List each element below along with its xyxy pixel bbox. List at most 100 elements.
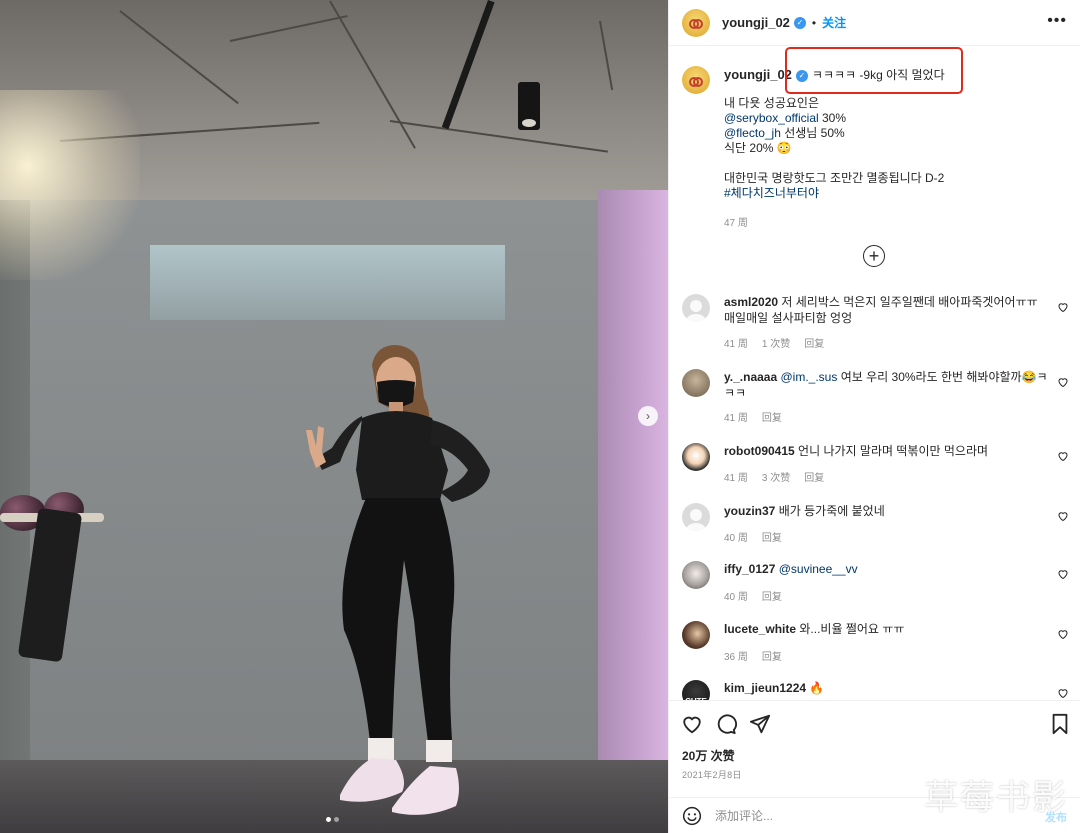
comment-username[interactable]: robot090415 [724, 444, 795, 458]
more-options-icon[interactable]: ••• [1047, 12, 1067, 30]
comment: CUTE kim_jieun1224 🔥 [669, 680, 1080, 700]
comment-time: 41 周 [724, 339, 748, 350]
add-comment-bar: 发布 [669, 797, 1080, 833]
commenter-avatar[interactable] [682, 294, 710, 322]
verified-badge-icon: ✓ [793, 16, 806, 29]
comment-heart-icon[interactable] [1057, 568, 1069, 580]
comment-time: 41 周 [724, 473, 748, 484]
reply-button[interactable]: 回复 [762, 529, 782, 544]
author-avatar[interactable] [682, 8, 710, 37]
header-separator: • [811, 15, 817, 30]
comment-body: youzin37 배가 등가죽에 붙었네 [724, 503, 1049, 519]
comment: y._.naaaa @im._.sus 여보 우리 30%라도 한번 해봐야할까… [669, 369, 1080, 429]
commenter-avatar[interactable] [682, 503, 710, 531]
reply-button[interactable]: 回复 [762, 648, 782, 663]
smiley-icon[interactable] [682, 806, 702, 826]
comment-input[interactable] [715, 806, 1015, 826]
commenter-avatar[interactable]: CUTE [682, 680, 710, 700]
comment-meta: 41 周 1 次赞 回复 [724, 335, 824, 350]
comment-heart-icon[interactable] [1057, 301, 1069, 313]
commenter-avatar[interactable] [682, 443, 710, 471]
comment-meta: 40 周 回复 [724, 588, 782, 603]
commenter-avatar[interactable] [682, 621, 710, 649]
carousel-dots [326, 817, 339, 822]
caption-time: 47 周 [724, 218, 748, 229]
caption-username[interactable]: youngji_02 [724, 67, 792, 82]
verified-badge-icon: ✓ [795, 69, 808, 82]
action-bar: 20万 次赞 2021年2月8日 发布 [669, 700, 1080, 833]
post-side-panel: youngji_02 ✓ • 关注 ••• youngji_02 ✓ ㅋㅋㅋㅋ -9… [668, 0, 1080, 833]
caption-hashtag[interactable]: #체다치즈너부터야 [724, 186, 944, 201]
mention-link[interactable]: @flecto_jh [724, 126, 781, 140]
comment-username[interactable]: youzin37 [724, 504, 775, 518]
comment-body: asml2020 저 세리박스 먹은지 일주일짼데 배아파죽겟어어ㅠㅠ 매일매일… [724, 294, 1049, 326]
comment-body: kim_jieun1224 🔥 [724, 680, 1049, 696]
comment: iffy_0127 @suvinee__vv 40 周 回复 [669, 561, 1080, 621]
comment: youzin37 배가 등가죽에 붙었네 40 周 回复 [669, 503, 1080, 563]
comment-meta: 36 周 回复 [724, 648, 782, 663]
caption-line: @flecto_jh 선생님 50% [724, 126, 845, 140]
comment-time: 40 周 [724, 592, 748, 603]
mention-link[interactable]: @im._.sus [781, 370, 838, 384]
comment-time: 36 周 [724, 652, 748, 663]
mention-link[interactable]: @suvinee__vv [779, 562, 858, 576]
comment-username[interactable]: asml2020 [724, 295, 778, 309]
comment-body: robot090415 언니 나가지 말라며 떡볶이만 먹으라며 [724, 443, 1049, 459]
caption-line: 내 다욧 성공요인은 [724, 96, 819, 110]
next-photo-button[interactable]: › [638, 406, 658, 426]
comment-heart-icon[interactable] [1057, 376, 1069, 388]
comment-heart-icon[interactable] [1057, 450, 1069, 462]
comment: lucete_white 와...비율 쩔어요 ㅠㅠ 36 周 回复 [669, 621, 1080, 681]
comment-username[interactable]: kim_jieun1224 [724, 681, 806, 695]
comment-heart-icon[interactable] [1057, 628, 1069, 640]
comment-heart-icon[interactable] [1057, 687, 1069, 699]
reply-button[interactable]: 回复 [762, 588, 782, 603]
comment-text: 와...비율 쩔어요 ㅠㅠ [799, 622, 905, 636]
caption-header: youngji_02 ✓ ㅋㅋㅋㅋ -9kg 아직 멀었다 [724, 66, 945, 83]
post-date: 2021年2月8日 [682, 770, 742, 780]
comment-username[interactable]: iffy_0127 [724, 562, 775, 576]
follow-button[interactable]: 关注 [822, 14, 846, 31]
reply-button[interactable]: 回复 [804, 469, 824, 484]
post-header: youngji_02 ✓ • 关注 ••• [669, 0, 1080, 46]
comment-username[interactable]: lucete_white [724, 622, 796, 636]
comment-text: 배가 등가죽에 붙었네 [778, 504, 885, 518]
comment: robot090415 언니 나가지 말라며 떡볶이만 먹으라며 41 周 3 次… [669, 443, 1080, 503]
comment-meta: 41 周 3 次赞 回复 [724, 469, 824, 484]
likes-count[interactable]: 20万 次赞 [682, 747, 735, 764]
comment-likes[interactable]: 1 次赞 [762, 335, 790, 350]
reply-button[interactable]: 回复 [804, 335, 824, 350]
heart-icon[interactable] [681, 713, 703, 735]
caption-line: @serybox_official 30% [724, 111, 847, 125]
comment-heart-icon[interactable] [1057, 510, 1069, 522]
comment-body: y._.naaaa @im._.sus 여보 우리 30%라도 한번 해봐야할까… [724, 369, 1049, 401]
caption-body: 내 다욧 성공요인은 @serybox_official 30% @flecto… [724, 96, 944, 201]
comment-body: lucete_white 와...비율 쩔어요 ㅠㅠ [724, 621, 1049, 637]
comment: asml2020 저 세리박스 먹은지 일주일짼데 배아파죽겟어어ㅠㅠ 매일매일… [669, 294, 1080, 354]
comment-time: 41 周 [724, 413, 748, 424]
caption-first-line: ㅋㅋㅋㅋ -9kg 아직 멀었다 [811, 68, 945, 82]
comment-icon[interactable] [715, 713, 737, 735]
caption-line: 대한민국 명랑핫도그 조만간 멸종됩니다 D-2 [724, 171, 945, 185]
comment-meta: 41 周 回复 [724, 409, 782, 424]
instagram-post-view: › youngji_02 ✓ • 关注 ••• youngji_02 ✓ ㅋㅋㅋㅋ … [0, 0, 1080, 833]
commenter-avatar[interactable] [682, 561, 710, 589]
comment-likes[interactable]: 3 次赞 [762, 469, 790, 484]
mention-link[interactable]: @serybox_official [724, 111, 819, 125]
comment-username[interactable]: y._.naaaa [724, 370, 777, 384]
post-comment-button[interactable]: 发布 [1045, 809, 1067, 825]
send-icon[interactable] [749, 713, 771, 735]
author-username[interactable]: youngji_02 [722, 15, 790, 30]
reply-button[interactable]: 回复 [762, 409, 782, 424]
caption-line: 식단 20% 😳 [724, 141, 792, 155]
post-photo[interactable]: › [0, 0, 668, 833]
comment-meta: 40 周 回复 [724, 529, 782, 544]
caption-avatar[interactable] [682, 66, 710, 94]
comment-text: 언니 나가지 말라며 떡볶이만 먹으라며 [798, 444, 989, 458]
commenter-avatar[interactable] [682, 369, 710, 397]
comment-body: iffy_0127 @suvinee__vv [724, 561, 1049, 577]
person-figure [306, 345, 490, 815]
plus-circle-icon[interactable]: + [863, 245, 885, 267]
bookmark-icon[interactable] [1049, 713, 1071, 735]
